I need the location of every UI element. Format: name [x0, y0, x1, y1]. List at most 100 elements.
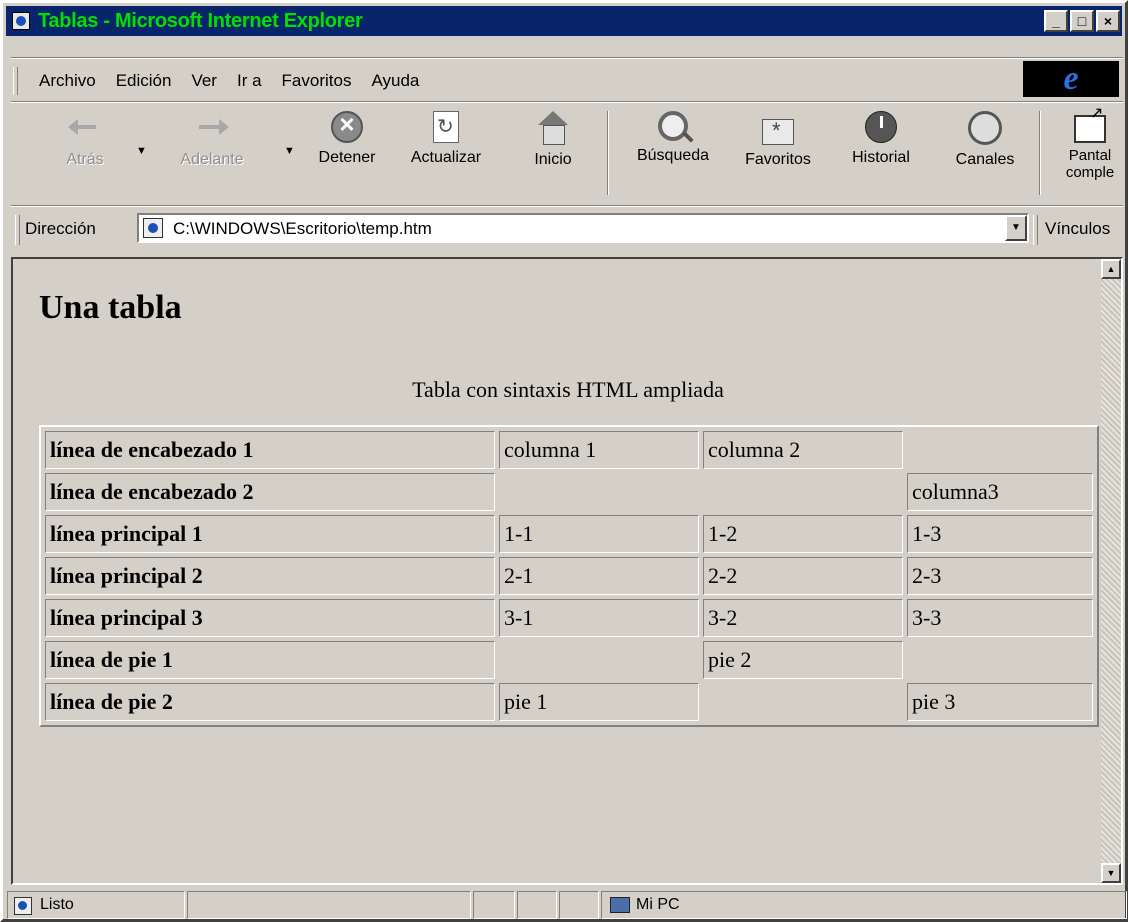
address-label: Dirección	[25, 219, 96, 238]
menu-favoritos[interactable]: Favoritos	[272, 71, 362, 91]
menu-archivo[interactable]: Archivo	[29, 71, 106, 91]
stop-icon	[331, 109, 363, 143]
history-label: Historial	[852, 149, 910, 166]
chevron-up-icon: ▲	[1106, 264, 1116, 274]
table-cell: línea de encabezado 1	[45, 431, 495, 469]
table-cell: 2-3	[907, 557, 1093, 595]
status-panel	[559, 891, 599, 919]
vertical-scrollbar[interactable]: ▲ ▼	[1101, 259, 1121, 883]
page-icon	[143, 218, 163, 238]
home-label: Inicio	[534, 151, 572, 168]
table-cell: pie 1	[499, 683, 699, 721]
ie-logo-icon: e	[1063, 60, 1079, 97]
menu-grip[interactable]	[13, 67, 18, 95]
table-cell: 3-1	[499, 599, 699, 637]
table-caption: Tabla con sintaxis HTML ampliada	[412, 377, 724, 402]
minimize-button[interactable]: _	[1044, 10, 1068, 32]
table-cell: pie 3	[907, 683, 1093, 721]
table-cell	[907, 431, 1093, 469]
search-icon	[658, 111, 688, 141]
table-cell: 1-2	[703, 515, 903, 553]
search-button[interactable]: Búsqueda	[625, 107, 721, 197]
links-grip[interactable]	[1033, 215, 1038, 245]
home-icon	[536, 111, 570, 145]
address-grip[interactable]	[15, 215, 20, 245]
channels-icon	[968, 111, 1002, 145]
scroll-down-button[interactable]: ▼	[1101, 863, 1121, 883]
table-cell: línea de encabezado 2	[45, 473, 495, 511]
table-cell: 1-3	[907, 515, 1093, 553]
table-row: línea de encabezado 1 columna 1 columna …	[45, 431, 1093, 469]
table-cell	[703, 473, 903, 511]
address-dropdown-button[interactable]: ▼	[1005, 215, 1027, 241]
table-cell: línea principal 2	[45, 557, 495, 595]
scroll-up-button[interactable]: ▲	[1101, 259, 1121, 279]
table-cell: línea principal 1	[45, 515, 495, 553]
table-cell: 1-1	[499, 515, 699, 553]
zone-panel: Mi PC	[601, 891, 1127, 919]
status-bar: Listo Mi PC	[7, 889, 1127, 921]
fullscreen-button[interactable]: Pantal comple	[1059, 103, 1121, 197]
table-cell	[703, 683, 903, 721]
menu-ayuda[interactable]: Ayuda	[361, 71, 429, 91]
table-cell: 3-3	[907, 599, 1093, 637]
close-button[interactable]: ×	[1096, 10, 1120, 32]
window-title: Tablas - Microsoft Internet Explorer	[38, 9, 363, 32]
forward-dropdown[interactable]: ▼	[277, 107, 295, 197]
ie-page-icon[interactable]	[12, 12, 30, 30]
title-bar[interactable]: Tablas - Microsoft Internet Explorer _ □…	[6, 6, 1122, 36]
divider	[11, 205, 1123, 207]
table-row: línea de pie 2 pie 1 pie 3	[45, 683, 1093, 721]
history-button[interactable]: Historial	[841, 107, 921, 197]
forward-button[interactable]: Adelante	[167, 107, 257, 197]
table-cell: columna 1	[499, 431, 699, 469]
menu-ver[interactable]: Ver	[181, 71, 227, 91]
table-cell: 2-2	[703, 557, 903, 595]
page-content[interactable]: Una tabla Tabla con sintaxis HTML amplia…	[11, 257, 1123, 885]
table-cell: línea de pie 2	[45, 683, 495, 721]
window-controls: _ □ ×	[1044, 10, 1120, 32]
back-arrow-icon	[68, 111, 102, 145]
stop-button[interactable]: Detener	[309, 107, 385, 197]
toolbar-separator	[1039, 111, 1041, 195]
forward-label: Adelante	[180, 151, 244, 168]
stop-label: Detener	[318, 149, 376, 166]
home-button[interactable]: Inicio	[523, 107, 583, 197]
back-dropdown[interactable]: ▼	[129, 107, 147, 197]
table-row: línea principal 3 3-1 3-2 3-3	[45, 599, 1093, 637]
maximize-button[interactable]: □	[1070, 10, 1094, 32]
table-row: línea principal 2 2-1 2-2 2-3	[45, 557, 1093, 595]
status-panel	[517, 891, 557, 919]
menu-edicion[interactable]: Edición	[106, 71, 182, 91]
status-panel	[187, 891, 471, 919]
menu-ir-a[interactable]: Ir a	[227, 71, 272, 91]
divider	[11, 57, 1123, 59]
chevron-down-icon: ▼	[1106, 868, 1116, 878]
fullscreen-label-line1: Pantal	[1068, 147, 1112, 164]
table-row: línea de pie 1 pie 2	[45, 641, 1093, 679]
status-panel	[473, 891, 515, 919]
address-input[interactable]: C:\WINDOWS\Escritorio\temp.htm ▼	[137, 213, 1029, 243]
address-value: C:\WINDOWS\Escritorio\temp.htm	[173, 219, 432, 238]
address-bar: Dirección C:\WINDOWS\Escritorio\temp.htm…	[15, 209, 1125, 251]
favorites-button[interactable]: Favoritos	[733, 107, 823, 197]
search-label: Búsqueda	[636, 147, 710, 164]
channels-button[interactable]: Canales	[947, 107, 1023, 197]
table-cell: línea principal 3	[45, 599, 495, 637]
menu-bar: Archivo Edición Ver Ir a Favoritos Ayuda	[13, 63, 1025, 99]
links-label[interactable]: Vínculos	[1045, 219, 1110, 239]
back-button[interactable]: Atrás	[55, 107, 115, 197]
table-row: línea principal 1 1-1 1-2 1-3	[45, 515, 1093, 553]
chevron-down-icon: ▼	[136, 145, 147, 157]
chevron-down-icon: ▼	[284, 145, 295, 157]
data-table: línea de encabezado 1 columna 1 columna …	[39, 425, 1099, 727]
standard-toolbar: Atrás ▼ Adelante ▼ Detener Actualizar In…	[15, 103, 1128, 203]
table-cell: línea de pie 1	[45, 641, 495, 679]
refresh-label: Actualizar	[410, 149, 482, 166]
refresh-icon	[433, 111, 459, 143]
toolbar-separator	[607, 111, 609, 195]
back-label: Atrás	[66, 151, 104, 168]
page-heading: Una tabla	[39, 289, 182, 326]
table-cell: columna3	[907, 473, 1093, 511]
refresh-button[interactable]: Actualizar	[401, 107, 491, 197]
